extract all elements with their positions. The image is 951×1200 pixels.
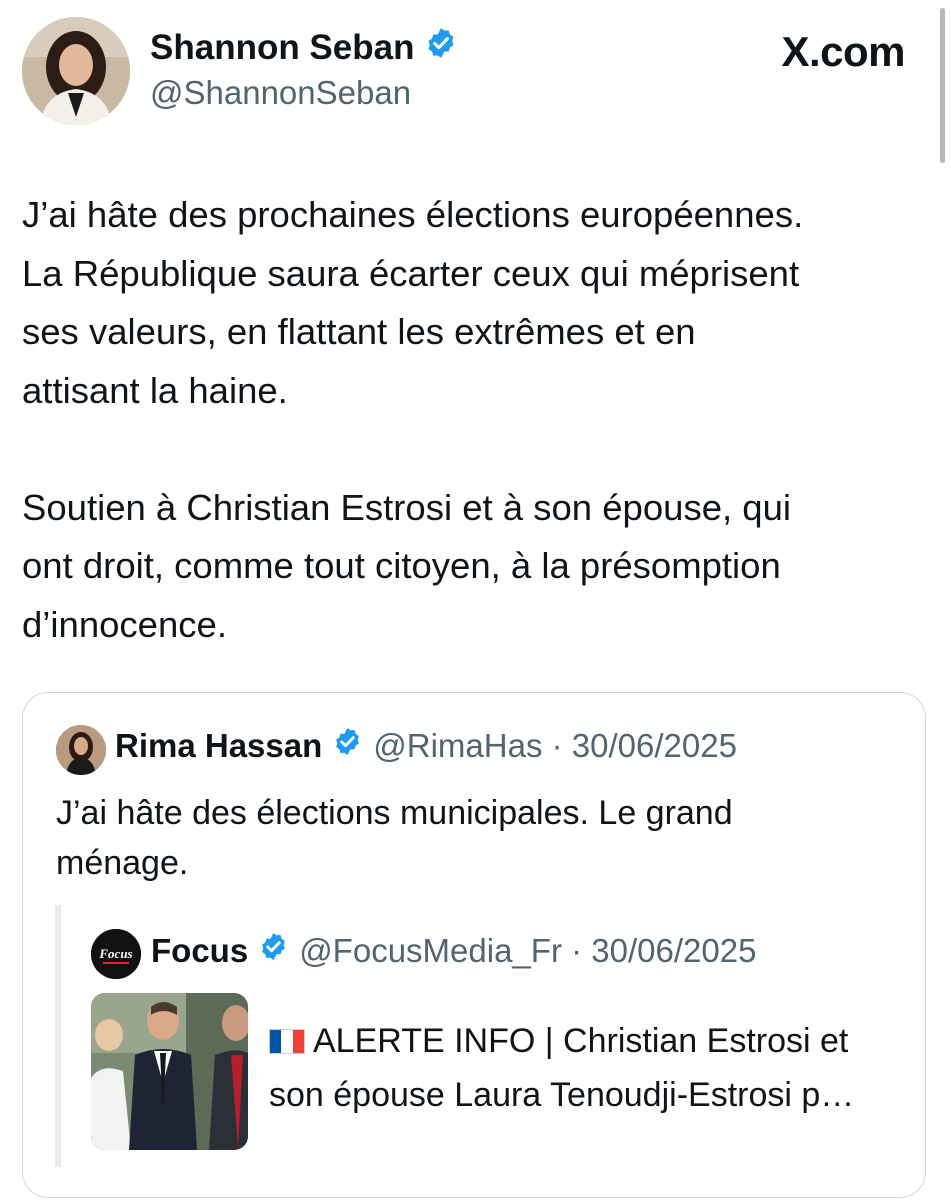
nested-header: Focus @FocusMedia_Fr · 30/06/2025 xyxy=(151,931,756,970)
verified-badge-icon xyxy=(258,931,289,970)
verified-badge-icon xyxy=(332,726,363,765)
nested-text: ALERTE INFO | Christian Estrosi et son é… xyxy=(269,1015,909,1121)
quoted-tweet-card[interactable]: Rima Hassan @RimaHas · 30/06/2025 J’ai h… xyxy=(22,692,926,1198)
author-handle[interactable]: @ShannonSeban xyxy=(150,74,411,112)
tweet-text: J’ai hâte des prochaines élections europ… xyxy=(22,194,804,645)
france-flag-icon xyxy=(269,1017,305,1069)
nested-text-line1: ALERTE INFO | Christian Estrosi et xyxy=(269,1015,909,1069)
focus-logo-text: Focus xyxy=(98,946,132,961)
quote-header: Rima Hassan @RimaHas · 30/06/2025 xyxy=(115,726,737,765)
nested-author-avatar[interactable]: Focus xyxy=(91,929,141,979)
nested-quote-divider xyxy=(55,905,61,1167)
author-name-text: Shannon Seban xyxy=(150,27,415,67)
quote-handle-date[interactable]: @RimaHas · 30/06/2025 xyxy=(373,727,737,765)
nested-media-thumbnail[interactable] xyxy=(91,993,248,1150)
nested-text-line1-content: ALERTE INFO | Christian Estrosi et xyxy=(313,1022,849,1060)
nested-text-line2: son épouse Laura Tenoudji-Estrosi p… xyxy=(269,1076,855,1115)
quote-author-name[interactable]: Rima Hassan xyxy=(115,727,322,765)
nested-author-name[interactable]: Focus xyxy=(151,932,248,970)
quote-text: J’ai hâte des élections municipales. Le … xyxy=(56,794,733,882)
scrollbar[interactable] xyxy=(940,8,945,163)
x-com-logo: X.com xyxy=(781,28,905,75)
author-name[interactable]: Shannon Seban xyxy=(150,26,458,69)
author-avatar[interactable] xyxy=(22,17,130,125)
nested-handle-date[interactable]: @FocusMedia_Fr · 30/06/2025 xyxy=(299,932,756,970)
verified-badge-icon xyxy=(424,26,458,69)
quote-author-avatar[interactable] xyxy=(56,725,106,775)
